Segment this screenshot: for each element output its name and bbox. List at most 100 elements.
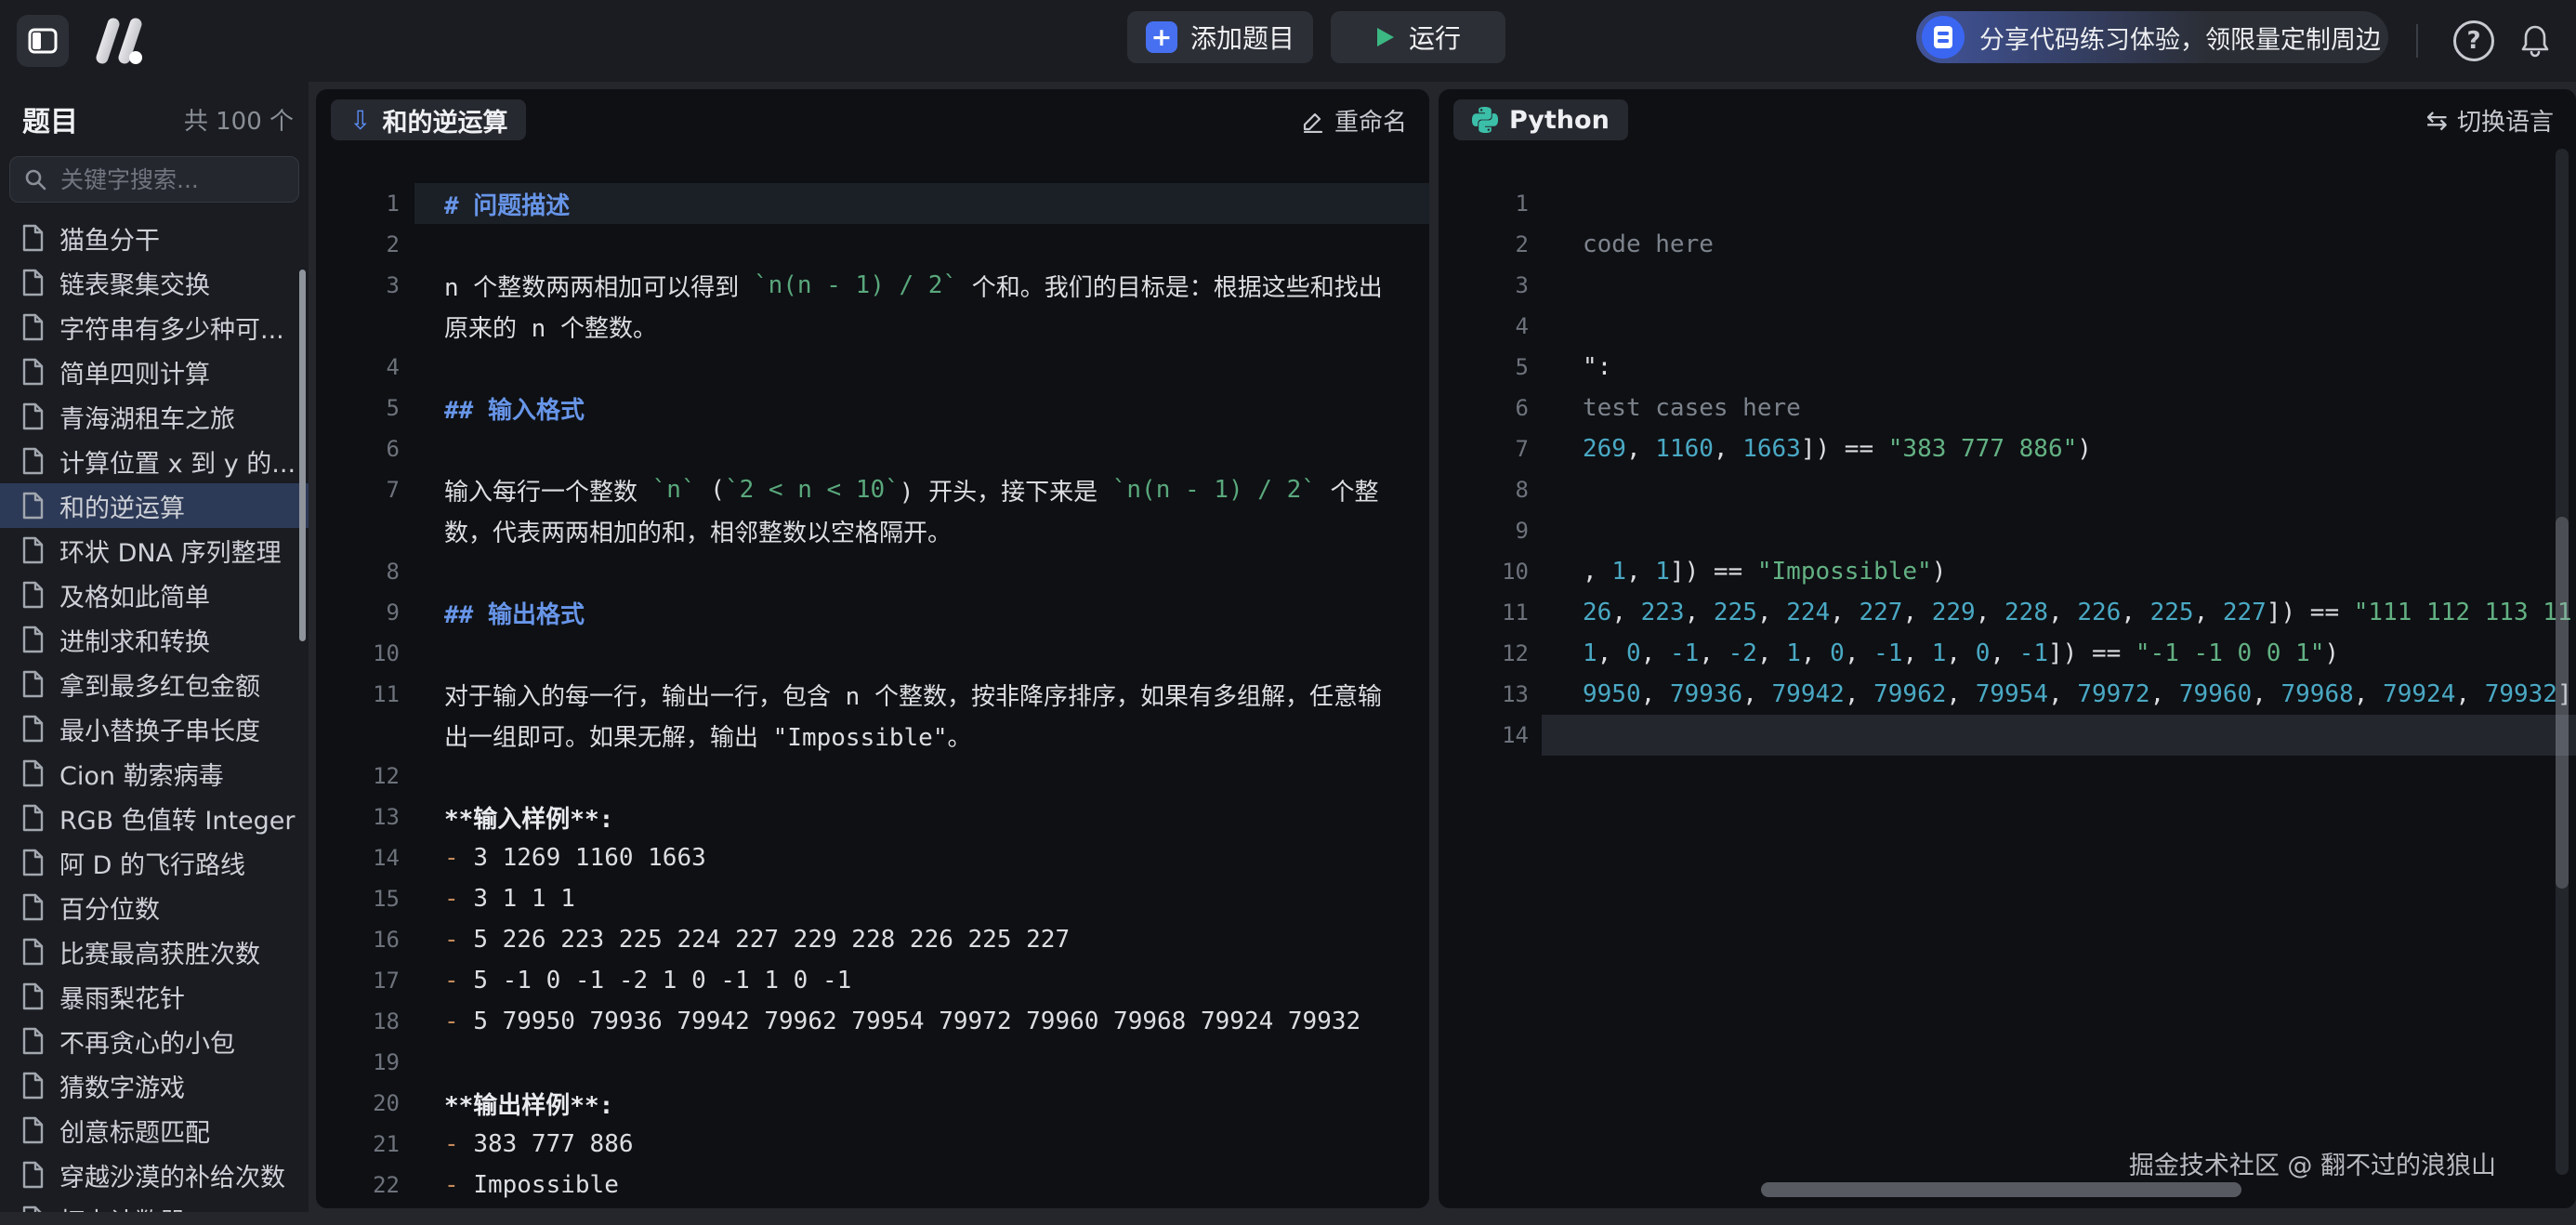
problem-editor-line[interactable]: 12 [316,756,1429,797]
line-content [414,224,1429,265]
problem-editor-line[interactable]: 13**输入样例**: [316,797,1429,837]
problem-editor-line[interactable]: 20**输出样例**: [316,1083,1429,1124]
sidebar-item[interactable]: 和的逆运算 [0,483,309,528]
add-problem-button[interactable]: + 添加题目 [1127,11,1313,63]
marscode-logo [89,17,154,65]
sidebar-item[interactable]: 不再贪心的小包 [0,1019,309,1063]
problem-editor-line[interactable]: 21- 383 777 886 [316,1124,1429,1165]
problem-editor-line[interactable]: 22- Impossible [316,1165,1429,1205]
sidebar-item[interactable]: 百分位数 [0,885,309,929]
horizontal-scrollbar-thumb[interactable] [1761,1182,2241,1197]
notification-bell-icon[interactable] [2513,19,2557,63]
code-editor-line[interactable]: 139950, 79936, 79942, 79962, 79954, 7997… [1439,674,2576,715]
problem-editor-line[interactable]: 1# 问题描述 [316,183,1429,224]
sidebar-toggle-button[interactable] [17,15,69,67]
document-icon [20,982,45,1010]
switch-language-button[interactable]: ⇆ 切换语言 [2426,103,2554,138]
sidebar-item[interactable]: 及格如此简单 [0,573,309,617]
sidebar-item[interactable]: 拿到最多红包金额 [0,662,309,706]
line-number: 21 [316,1131,400,1157]
problem-editor-line[interactable]: 6 [316,428,1429,469]
code-editor-line[interactable]: 2code here [1439,224,2576,265]
document-icon [20,893,45,921]
sidebar-item[interactable]: Cion 勒索病毒 [0,751,309,796]
line-number: 12 [1439,640,1529,666]
problem-editor-line[interactable]: 18- 5 79950 79936 79942 79962 79954 7997… [316,1001,1429,1042]
problem-editor-line[interactable]: 数，代表两两相加的和，相邻整数以空格隔开。 [316,510,1429,551]
sidebar-item-label: 简单四则计算 [59,354,210,390]
line-content: **输出样例**: [414,1083,1429,1124]
sidebar-item[interactable]: 进制求和转换 [0,617,309,662]
sidebar-item[interactable]: 猜数字游戏 [0,1063,309,1108]
pencil-icon [1301,109,1325,133]
sidebar-item[interactable]: 穿越沙漠的补给次数 [0,1153,309,1197]
problem-editor-line[interactable]: 9## 输出格式 [316,592,1429,633]
code-editor-line[interactable]: 10, 1, 1]) == "Impossible") [1439,551,2576,592]
problem-editor-line[interactable]: 5## 输入格式 [316,388,1429,428]
problem-editor-line[interactable]: 2 [316,224,1429,265]
problem-editor-line[interactable]: 11对于输入的每一行，输出一行，包含 n 个整数，按非降序排序，如果有多组解，任… [316,674,1429,715]
code-editor-line[interactable]: 1 [1439,183,2576,224]
problem-editor-line[interactable]: 出一组即可。如果无解，输出 "Impossible"。 [316,715,1429,756]
code-editor-line[interactable]: 3 [1439,265,2576,306]
problem-editor-line[interactable]: 3n 个整数两两相加可以得到 `n(n - 1) / 2` 个和。我们的目标是：… [316,265,1429,306]
problem-editor-line[interactable]: 16- 5 226 223 225 224 227 229 228 226 22… [316,919,1429,960]
sidebar-item[interactable]: 简单四则计算 [0,349,309,394]
code-editor-line[interactable]: 12 1, 0, -1, -2, 1, 0, -1, 1, 0, -1]) == … [1439,633,2576,674]
sidebar-item-label: 猜数字游戏 [59,1068,185,1104]
sidebar-item[interactable]: RGB 色值转 Integer [0,796,309,840]
document-icon [20,1205,45,1212]
problem-editor-line[interactable]: 4 [316,347,1429,388]
run-button[interactable]: 运行 [1331,11,1505,63]
sidebar-item[interactable]: 猫鱼分干 [0,216,309,260]
rename-button[interactable]: 重命名 [1301,103,1407,138]
sidebar-item[interactable]: 打卡计数器 [0,1197,309,1212]
code-editor-line[interactable]: 1126, 223, 225, 224, 227, 229, 228, 226,… [1439,592,2576,633]
sidebar-scrollbar[interactable] [299,270,306,641]
sidebar-item[interactable]: 环状 DNA 序列整理 [0,528,309,573]
line-number: 8 [316,559,400,585]
document-icon [20,626,45,653]
sidebar-item[interactable]: 暴雨梨花针 [0,974,309,1019]
problem-editor-line[interactable]: 原来的 n 个整数。 [316,306,1429,347]
problem-editor-line[interactable]: 15- 3 1 1 1 [316,878,1429,919]
sidebar-item[interactable]: 青海湖租车之旅 [0,394,309,439]
problem-editor-line[interactable]: 17- 5 -1 0 -1 -2 1 0 -1 1 0 -1 [316,960,1429,1001]
sidebar-item[interactable]: 链表聚集交换 [0,260,309,305]
sidebar-item[interactable]: 最小替换子串长度 [0,706,309,751]
problem-editor-line[interactable]: 10 [316,633,1429,674]
code-editor-line[interactable]: 9 [1439,510,2576,551]
problem-editor-line[interactable]: 7输入每行一个整数 `n` (`2 < n < 10`) 开头，接下来是 `n(… [316,469,1429,510]
language-tab[interactable]: Python [1453,99,1628,140]
search-box[interactable] [9,156,299,203]
line-content: n 个整数两两相加可以得到 `n(n - 1) / 2` 个和。我们的目标是：根… [414,265,1429,306]
sidebar-item-label: 青海湖租车之旅 [59,399,235,435]
problem-editor-line[interactable]: 14- 3 1269 1160 1663 [316,837,1429,878]
code-editor-line[interactable]: 6test cases here [1439,388,2576,428]
line-content [414,347,1429,388]
code-editor: 12code here345":6test cases here7269, 11… [1439,183,2576,756]
sidebar-item-label: 百分位数 [59,889,160,926]
code-editor-line[interactable]: 14 [1439,715,2576,756]
sidebar-item-label: 计算位置 x 到 y 的... [59,443,296,480]
sidebar-item[interactable]: 计算位置 x 到 y 的... [0,439,309,483]
problem-editor-line[interactable]: 8 [316,551,1429,592]
code-editor-line[interactable]: 8 [1439,469,2576,510]
sidebar-item[interactable]: 字符串有多少种可... [0,305,309,349]
code-editor-line[interactable]: 5": [1439,347,2576,388]
problem-tab[interactable]: ⇩ 和的逆运算 [331,99,526,140]
vertical-scrollbar-thumb[interactable] [2556,517,2569,889]
help-icon[interactable]: ? [2453,20,2494,61]
code-editor-line[interactable]: 7269, 1160, 1663]) == "383 777 886") [1439,428,2576,469]
search-input[interactable] [59,165,295,194]
code-editor-line[interactable]: 4 [1439,306,2576,347]
sidebar-item-label: 及格如此简单 [59,577,210,613]
sidebar-item[interactable]: 创意标题匹配 [0,1108,309,1153]
line-number: 7 [316,477,400,503]
share-promo-banner[interactable]: 分享代码练习体验，领限量定制周边 [1916,11,2388,63]
problem-editor-line[interactable]: 19 [316,1042,1429,1083]
sidebar-item[interactable]: 阿 D 的飞行路线 [0,840,309,885]
document-icon [20,1161,45,1189]
line-content: 1, 0, -1, -2, 1, 0, -1, 1, 0, -1]) == "-… [1542,633,2576,674]
sidebar-item[interactable]: 比赛最高获胜次数 [0,929,309,974]
